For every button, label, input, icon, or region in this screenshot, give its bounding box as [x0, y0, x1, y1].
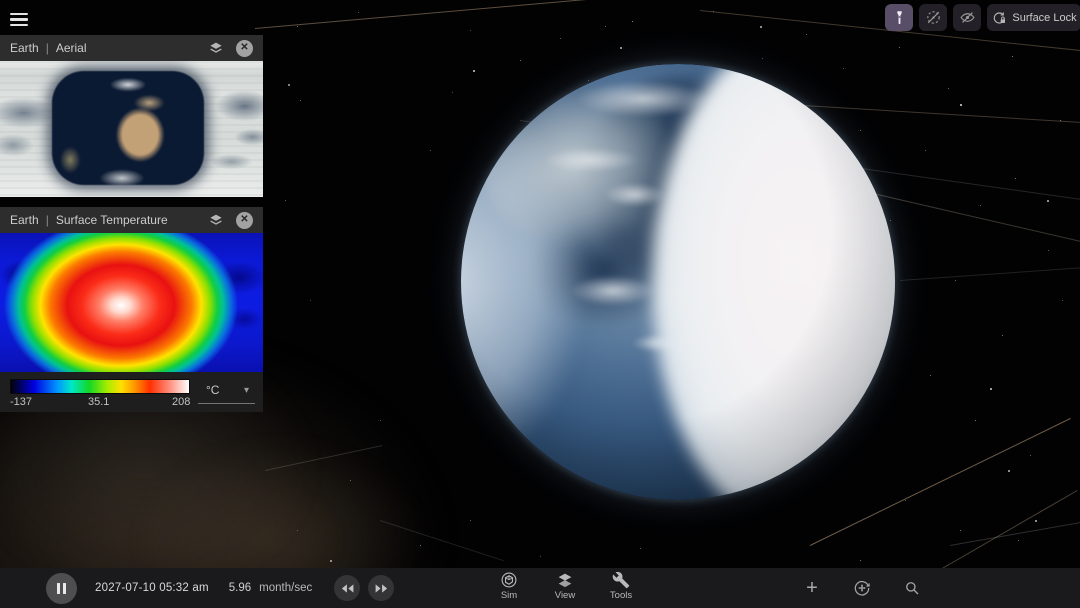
- temperature-map-preview: [0, 233, 263, 372]
- eye-off-icon: [959, 9, 976, 26]
- sim-cube-icon: [500, 571, 518, 589]
- panel-header: Earth | Aerial ✕: [0, 35, 263, 61]
- layer-options-button[interactable]: [206, 210, 226, 230]
- surface-lock-button[interactable]: Surface Lock: [987, 4, 1080, 31]
- view-menu-button[interactable]: View: [544, 571, 586, 601]
- temperature-scale-footer: -137 35.1 208 °C ▾: [0, 372, 263, 412]
- tools-menu-label: Tools: [609, 590, 633, 601]
- decrease-time-rate-button[interactable]: [334, 575, 361, 601]
- temperature-scale-gradient: [10, 379, 190, 394]
- flashlight-toggle-button[interactable]: [885, 4, 913, 31]
- add-object-button[interactable]: +: [799, 575, 825, 601]
- pause-button[interactable]: [46, 572, 77, 604]
- layer-options-button[interactable]: [206, 38, 226, 58]
- scale-mid-label: 35.1: [88, 396, 110, 408]
- layers-icon: [208, 212, 224, 228]
- increase-time-rate-button[interactable]: [368, 575, 395, 601]
- time-rate-unit: month/sec: [259, 582, 313, 594]
- visibility-toggle-button[interactable]: [953, 4, 981, 31]
- orbit-lines-toggle-button[interactable]: [919, 4, 947, 31]
- view-menu-label: View: [554, 590, 576, 601]
- close-icon: ✕: [240, 42, 249, 53]
- temperature-unit-value: °C: [206, 383, 220, 397]
- starfield: [0, 0, 2, 2]
- flashlight-icon: [892, 10, 907, 25]
- orbit-line: [899, 266, 1080, 281]
- orbit-camera-icon: [852, 578, 872, 598]
- scale-max-label: 208: [172, 396, 191, 408]
- layers-icon: [208, 40, 224, 56]
- rewind-icon: [341, 583, 354, 594]
- aerial-map-preview: [0, 61, 263, 197]
- view-layers-icon: [556, 571, 574, 589]
- panel-title-divider: |: [45, 213, 49, 227]
- pause-icon: [56, 582, 60, 594]
- surface-lock-label: Surface Lock: [1012, 11, 1077, 24]
- surface-lock-icon: [991, 10, 1007, 26]
- tools-wrench-icon: [612, 571, 630, 589]
- hamburger-icon: [10, 12, 28, 16]
- plus-icon: +: [806, 577, 818, 599]
- main-menu-button[interactable]: [8, 8, 36, 34]
- panel-object-name: Earth: [10, 213, 39, 227]
- time-rate-value: 5.96: [228, 582, 252, 594]
- caret-down-icon: ▾: [243, 384, 249, 396]
- panel-view-name: Aerial: [55, 41, 87, 55]
- close-icon: ✕: [240, 214, 249, 225]
- panel-title-divider: |: [45, 41, 49, 55]
- time-control-bar: 2027-07-10 05:32 am 5.96 month/sec Sim V…: [0, 568, 1080, 608]
- earth-aerial-panel: Earth | Aerial ✕: [0, 35, 263, 197]
- camera-focus-button[interactable]: [849, 575, 875, 601]
- search-icon: [903, 579, 921, 597]
- temperature-unit-dropdown[interactable]: °C ▾: [198, 377, 255, 404]
- tools-menu-button[interactable]: Tools: [600, 571, 642, 601]
- sim-menu-label: Sim: [500, 590, 518, 601]
- sim-menu-button[interactable]: Sim: [488, 571, 530, 601]
- earth-limb-shading: [461, 64, 895, 500]
- panel-view-name: Surface Temperature: [55, 213, 168, 227]
- orbit-slash-icon: [925, 9, 942, 26]
- orbit-line: [254, 0, 754, 29]
- earth-planet[interactable]: [461, 64, 895, 500]
- search-button[interactable]: [899, 575, 925, 601]
- aerial-map-unfrozen-region: [52, 71, 204, 185]
- close-panel-button[interactable]: ✕: [236, 211, 253, 229]
- panel-header: Earth | Surface Temperature ✕: [0, 207, 263, 233]
- simulation-datetime: 2027-07-10 05:32 am: [95, 582, 209, 594]
- panel-object-name: Earth: [10, 41, 39, 55]
- orbit-line: [929, 490, 1078, 576]
- close-panel-button[interactable]: ✕: [236, 39, 253, 57]
- earth-temperature-panel: Earth | Surface Temperature ✕ -137 35.1 …: [0, 207, 263, 412]
- scale-min-label: -137: [10, 396, 33, 408]
- fast-forward-icon: [375, 583, 388, 594]
